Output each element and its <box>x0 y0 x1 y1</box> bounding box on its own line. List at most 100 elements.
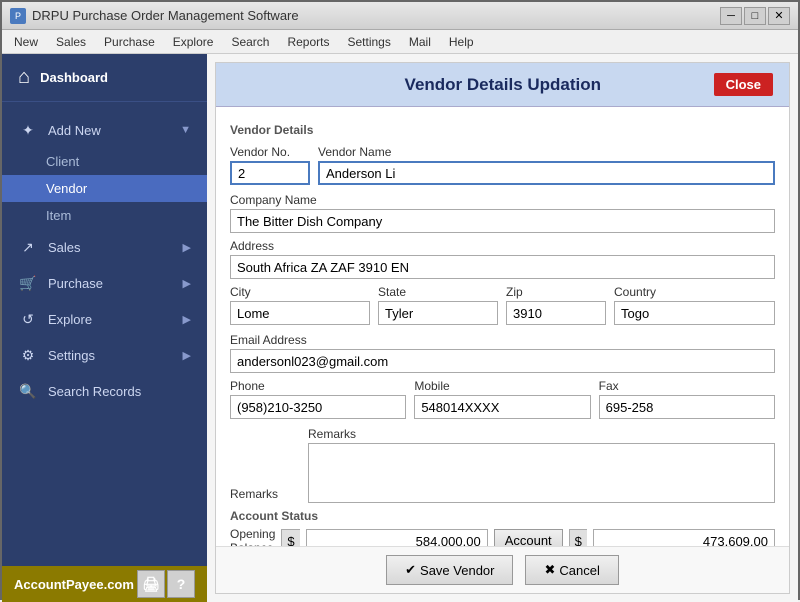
menu-help[interactable]: Help <box>441 33 482 51</box>
sidebar-search-records-label: Search Records <box>48 384 141 399</box>
phone-input[interactable] <box>230 395 406 419</box>
purchase-arrow-icon: ▶ <box>183 277 191 290</box>
menu-new[interactable]: New <box>6 33 46 51</box>
mobile-label: Mobile <box>414 379 590 393</box>
sidebar-item-client[interactable]: Client <box>2 148 207 175</box>
phone-group: Phone <box>230 373 406 419</box>
menu-reports[interactable]: Reports <box>279 33 337 51</box>
sidebar-item-add-new[interactable]: ✦ Add New ▼ <box>2 112 207 148</box>
content-area: Vendor Details Updation Close Vendor Det… <box>207 54 798 602</box>
address-group: Address <box>230 233 775 279</box>
sidebar-item-item[interactable]: Item <box>2 202 207 229</box>
help-icon[interactable]: ? <box>167 570 195 598</box>
menu-purchase[interactable]: Purchase <box>96 33 163 51</box>
fax-input[interactable] <box>599 395 775 419</box>
add-new-arrow-icon: ▼ <box>180 124 191 136</box>
menu-bar: New Sales Purchase Explore Search Report… <box>2 30 798 54</box>
account-status-row: Opening Balance $ Account Balance $ <box>230 527 775 546</box>
dollar-sign-1: $ <box>281 529 299 546</box>
app-title: DRPU Purchase Order Management Software <box>32 8 299 23</box>
opening-balance-label: Opening Balance <box>230 527 275 546</box>
account-balance-button[interactable]: Account Balance <box>494 529 563 546</box>
vendor-details-section-label: Vendor Details <box>230 123 775 137</box>
vendor-no-group: Vendor No. <box>230 139 310 185</box>
sales-icon: ↗ <box>18 237 38 257</box>
email-group: Email Address <box>230 327 775 373</box>
cancel-x-icon: ✖ <box>544 562 555 578</box>
account-status-section-label: Account Status <box>230 509 775 523</box>
remarks-textarea[interactable] <box>308 443 775 503</box>
remarks-row: Remarks Remarks <box>230 421 775 503</box>
sidebar-purchase-label: Purchase <box>48 276 103 291</box>
sidebar-settings-label: Settings <box>48 348 95 363</box>
zip-input[interactable] <box>506 301 606 325</box>
sidebar-sales-label: Sales <box>48 240 81 255</box>
city-label: City <box>230 285 370 299</box>
sidebar-header-label: Dashboard <box>40 70 108 85</box>
add-new-icon: ✦ <box>18 120 38 140</box>
search-records-icon: 🔍 <box>18 381 38 401</box>
company-name-input[interactable] <box>230 209 775 233</box>
brand-label: AccountPayee.com <box>14 577 134 592</box>
city-state-zip-country-row: City State Zip Country <box>230 279 775 325</box>
explore-arrow-icon: ▶ <box>183 313 191 326</box>
sidebar-item-settings[interactable]: ⚙ Settings ▶ <box>2 337 207 373</box>
dollar-sign-2: $ <box>569 529 587 546</box>
sidebar-item-sales[interactable]: ↗ Sales ▶ <box>2 229 207 265</box>
sidebar-item-search-records[interactable]: 🔍 Search Records <box>2 373 207 409</box>
mobile-input[interactable] <box>414 395 590 419</box>
menu-mail[interactable]: Mail <box>401 33 439 51</box>
menu-sales[interactable]: Sales <box>48 33 94 51</box>
dashboard-icon: ⌂ <box>18 66 30 89</box>
app-icon: P <box>10 8 26 24</box>
vendor-name-input[interactable] <box>318 161 775 185</box>
remarks-field-label: Remarks <box>308 427 775 441</box>
cancel-button[interactable]: ✖ Cancel <box>525 555 618 585</box>
vendor-name-group: Vendor Name <box>318 139 775 185</box>
menu-settings[interactable]: Settings <box>340 33 399 51</box>
account-balance-input[interactable] <box>593 529 775 546</box>
city-group: City <box>230 279 370 325</box>
fax-label: Fax <box>599 379 775 393</box>
phone-label: Phone <box>230 379 406 393</box>
state-group: State <box>378 279 498 325</box>
country-label: Country <box>614 285 775 299</box>
save-vendor-label: Save Vendor <box>420 563 494 578</box>
maximize-button[interactable]: □ <box>744 7 766 25</box>
form-footer: ✔ Save Vendor ✖ Cancel <box>216 546 789 593</box>
form-title: Vendor Details Updation <box>292 75 714 95</box>
sidebar-item-purchase[interactable]: 🛒 Purchase ▶ <box>2 265 207 301</box>
purchase-icon: 🛒 <box>18 273 38 293</box>
cancel-label: Cancel <box>559 563 599 578</box>
country-input[interactable] <box>614 301 775 325</box>
window-close-button[interactable]: ✕ <box>768 7 790 25</box>
sidebar-item-vendor[interactable]: Vendor <box>2 175 207 202</box>
address-input[interactable] <box>230 255 775 279</box>
sidebar-add-new-section: ✦ Add New ▼ Client Vendor Item ↗ Sales ▶… <box>2 102 207 419</box>
sidebar-explore-label: Explore <box>48 312 92 327</box>
title-bar: P DRPU Purchase Order Management Softwar… <box>2 2 798 30</box>
menu-explore[interactable]: Explore <box>165 33 222 51</box>
phone-mobile-fax-row: Phone Mobile Fax <box>230 373 775 419</box>
settings-icon: ⚙ <box>18 345 38 365</box>
vendor-no-input[interactable] <box>230 161 310 185</box>
email-input[interactable] <box>230 349 775 373</box>
explore-icon: ↺ <box>18 309 38 329</box>
form-close-button[interactable]: Close <box>714 73 773 96</box>
city-input[interactable] <box>230 301 370 325</box>
form-body: Vendor Details Vendor No. Vendor Name Co… <box>216 107 789 546</box>
save-vendor-button[interactable]: ✔ Save Vendor <box>386 555 513 585</box>
minimize-button[interactable]: ─ <box>720 7 742 25</box>
menu-search[interactable]: Search <box>223 33 277 51</box>
email-label: Email Address <box>230 333 775 347</box>
sidebar-item-explore[interactable]: ↺ Explore ▶ <box>2 301 207 337</box>
sidebar-add-new-label: Add New <box>48 123 101 138</box>
state-input[interactable] <box>378 301 498 325</box>
sales-arrow-icon: ▶ <box>183 241 191 254</box>
print-icon[interactable]: 🖨 <box>137 570 165 598</box>
vendor-name-label: Vendor Name <box>318 145 775 159</box>
vendor-no-name-row: Vendor No. Vendor Name <box>230 139 775 185</box>
footer-bar: AccountPayee.com 🖨 ? <box>2 566 207 602</box>
fax-group: Fax <box>599 373 775 419</box>
opening-balance-input[interactable] <box>306 529 488 546</box>
